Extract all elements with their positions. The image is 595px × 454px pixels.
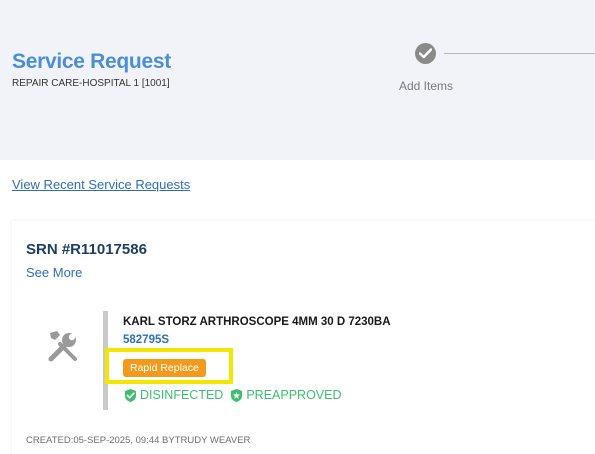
check-circle-icon	[123, 388, 138, 403]
stepper-line	[444, 53, 595, 54]
created-info: CREATED:05-SEP-2025, 09:44 BYTRUDY WEAVE…	[26, 435, 251, 446]
status-disinfected: DISINFECTED	[140, 388, 224, 402]
see-more-link[interactable]: See More	[26, 265, 82, 280]
page-subtitle: REPAIR CARE-HOSPITAL 1 [1001]	[12, 78, 170, 89]
status-preapproved: PREAPPROVED	[246, 388, 342, 402]
rapid-replace-badge: Rapid Replace	[123, 359, 206, 377]
item-code-link[interactable]: 582795S	[123, 334, 169, 346]
step-label-add-items: Add Items	[399, 79, 454, 93]
view-recent-requests-link[interactable]: View Recent Service Requests	[12, 177, 190, 192]
page-header: Service Request REPAIR CARE-HOSPITAL 1 […	[0, 0, 595, 160]
item-name: KARL STORZ ARTHROSCOPE 4MM 30 D 7230BA	[123, 316, 391, 328]
item-status-row: DISINFECTED PREAPPROVED	[123, 387, 342, 403]
tools-icon	[44, 328, 82, 371]
step-check-icon	[415, 43, 436, 64]
shield-star-icon	[229, 388, 244, 403]
srn-number: SRN #R11017586	[26, 241, 147, 258]
page-title: Service Request	[12, 50, 171, 73]
